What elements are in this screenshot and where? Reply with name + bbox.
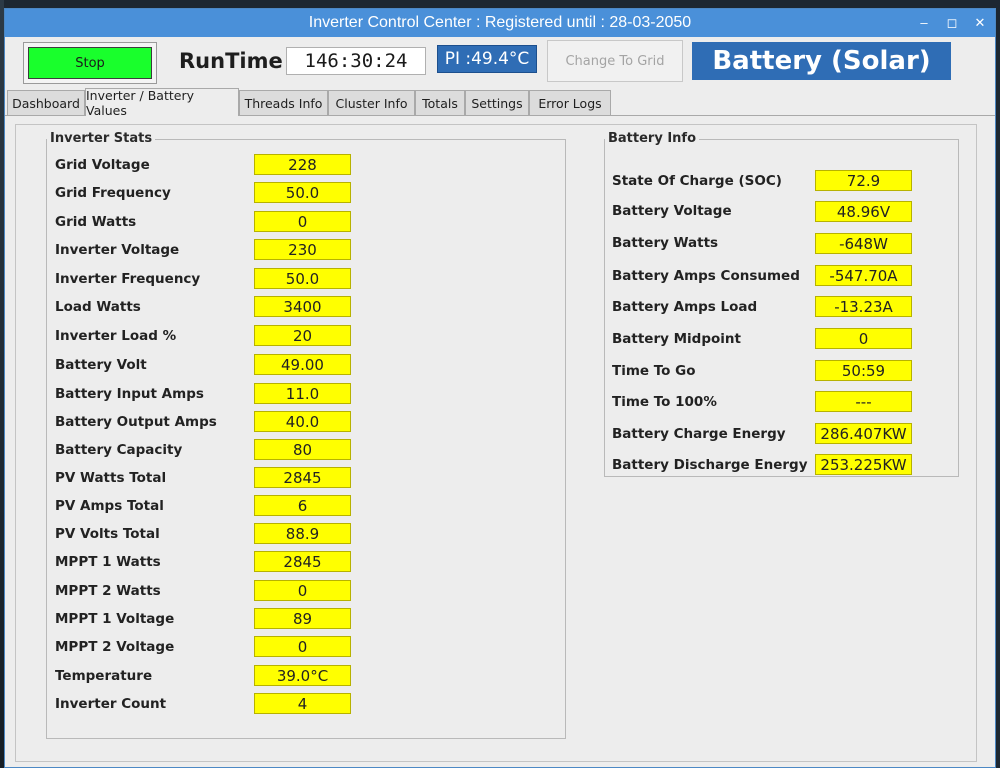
tab-content-panel: Inverter Stats Grid Voltage 228 Grid Fre… [15, 124, 977, 762]
stat-value-pv-volts-total: 88.9 [254, 523, 351, 544]
inverter-stats-group: Inverter Stats Grid Voltage 228 Grid Fre… [46, 131, 566, 739]
stat-value-battery-output-amps: 40.0 [254, 411, 351, 432]
stat-label-inverter-voltage: Inverter Voltage [55, 242, 180, 258]
stat-label-grid-voltage: Grid Voltage [55, 157, 150, 173]
battery-label-watts: Battery Watts [612, 235, 719, 251]
stat-value-grid-watts: 0 [254, 211, 351, 232]
battery-value-charge-energy: 286.407KW [815, 423, 912, 444]
stat-value-pv-amps-total: 6 [254, 495, 351, 516]
stat-label-inverter-count: Inverter Count [55, 696, 167, 712]
battery-value-time-to-go: 50:59 [815, 360, 912, 381]
stat-value-inverter-frequency: 50.0 [254, 268, 351, 289]
stat-value-inverter-count: 4 [254, 693, 351, 714]
stat-label-battery-output-amps: Battery Output Amps [55, 414, 217, 430]
stat-value-mppt1-watts: 2845 [254, 551, 351, 572]
mode-banner: Battery (Solar) [692, 42, 951, 80]
runtime-value: 146:30:24 [286, 47, 426, 75]
tab-totals[interactable]: Totals [415, 90, 465, 115]
close-icon[interactable]: ✕ [973, 9, 987, 37]
stat-label-pv-amps-total: PV Amps Total [55, 498, 164, 514]
runtime-label: RunTime [179, 49, 283, 73]
stat-value-grid-voltage: 228 [254, 154, 351, 175]
battery-label-time-to-go: Time To Go [612, 363, 696, 379]
stat-label-grid-frequency: Grid Frequency [55, 185, 171, 201]
battery-info-title: Battery Info [605, 131, 700, 146]
stat-label-temperature: Temperature [55, 668, 153, 684]
stat-value-pv-watts-total: 2845 [254, 467, 351, 488]
stat-value-inverter-load: 20 [254, 325, 351, 346]
tab-cluster-info[interactable]: Cluster Info [328, 90, 415, 115]
battery-label-discharge-energy: Battery Discharge Energy [612, 457, 808, 473]
title-bar[interactable]: Inverter Control Center : Registered unt… [5, 9, 995, 37]
stat-label-battery-capacity: Battery Capacity [55, 442, 183, 458]
battery-value-soc: 72.9 [815, 170, 912, 191]
stat-label-mppt2-voltage: MPPT 2 Voltage [55, 639, 175, 655]
stop-button-frame: Stop [23, 42, 157, 84]
battery-label-amps-load: Battery Amps Load [612, 299, 758, 315]
inverter-stats-title: Inverter Stats [47, 131, 156, 146]
stat-label-mppt1-watts: MPPT 1 Watts [55, 554, 161, 570]
battery-label-amps-consumed: Battery Amps Consumed [612, 268, 800, 284]
tab-settings[interactable]: Settings [465, 90, 529, 115]
battery-label-time-to-full: Time To 100% [612, 394, 717, 410]
stat-label-pv-volts-total: PV Volts Total [55, 526, 160, 542]
stat-label-battery-input-amps: Battery Input Amps [55, 386, 204, 402]
tab-dashboard[interactable]: Dashboard [7, 90, 85, 115]
tab-error-logs[interactable]: Error Logs [529, 90, 611, 115]
stat-value-mppt1-voltage: 89 [254, 608, 351, 629]
tab-bar: Dashboard Inverter / Battery Values Thre… [5, 88, 995, 118]
change-to-grid-button[interactable]: Change To Grid [547, 40, 683, 82]
stat-value-mppt2-watts: 0 [254, 580, 351, 601]
battery-value-watts: -648W [815, 233, 912, 254]
battery-value-discharge-energy: 253.225KW [815, 454, 912, 475]
stat-value-temperature: 39.0°C [254, 665, 351, 686]
tab-inverter-battery-values[interactable]: Inverter / Battery Values [85, 88, 239, 118]
window-title: Inverter Control Center : Registered unt… [308, 14, 692, 31]
stop-button[interactable]: Stop [28, 47, 152, 79]
battery-label-voltage: Battery Voltage [612, 203, 732, 219]
app-window: Inverter Control Center : Registered unt… [4, 8, 996, 768]
battery-value-amps-consumed: -547.70A [815, 265, 912, 286]
stat-value-battery-capacity: 80 [254, 439, 351, 460]
stat-value-inverter-voltage: 230 [254, 239, 351, 260]
stat-label-mppt1-voltage: MPPT 1 Voltage [55, 611, 175, 627]
battery-label-midpoint: Battery Midpoint [612, 331, 741, 347]
stat-label-inverter-frequency: Inverter Frequency [55, 271, 201, 287]
stat-label-inverter-load: Inverter Load % [55, 328, 177, 344]
stat-value-load-watts: 3400 [254, 296, 351, 317]
battery-value-midpoint: 0 [815, 328, 912, 349]
stat-value-battery-volt: 49.00 [254, 354, 351, 375]
battery-value-voltage: 48.96V [815, 201, 912, 222]
stat-value-battery-input-amps: 11.0 [254, 383, 351, 404]
pi-temperature: PI :49.4°C [437, 45, 537, 73]
tab-threads-info[interactable]: Threads Info [239, 90, 328, 115]
stat-label-pv-watts-total: PV Watts Total [55, 470, 167, 486]
window-controls: – ◻ ✕ [917, 9, 987, 37]
maximize-icon[interactable]: ◻ [945, 9, 959, 37]
stat-value-mppt2-voltage: 0 [254, 636, 351, 657]
stat-value-grid-frequency: 50.0 [254, 182, 351, 203]
battery-label-charge-energy: Battery Charge Energy [612, 426, 786, 442]
battery-info-group: Battery Info State Of Charge (SOC) 72.9 … [604, 131, 959, 477]
control-bar: Stop RunTime 146:30:24 PI :49.4°C Change… [5, 37, 995, 87]
battery-value-amps-load: -13.23A [815, 296, 912, 317]
stat-label-battery-volt: Battery Volt [55, 357, 147, 373]
stat-label-mppt2-watts: MPPT 2 Watts [55, 583, 161, 599]
stat-label-grid-watts: Grid Watts [55, 214, 137, 230]
stat-label-load-watts: Load Watts [55, 299, 141, 315]
battery-label-soc: State Of Charge (SOC) [612, 173, 782, 189]
battery-value-time-to-full: --- [815, 391, 912, 412]
minimize-icon[interactable]: – [917, 9, 931, 37]
